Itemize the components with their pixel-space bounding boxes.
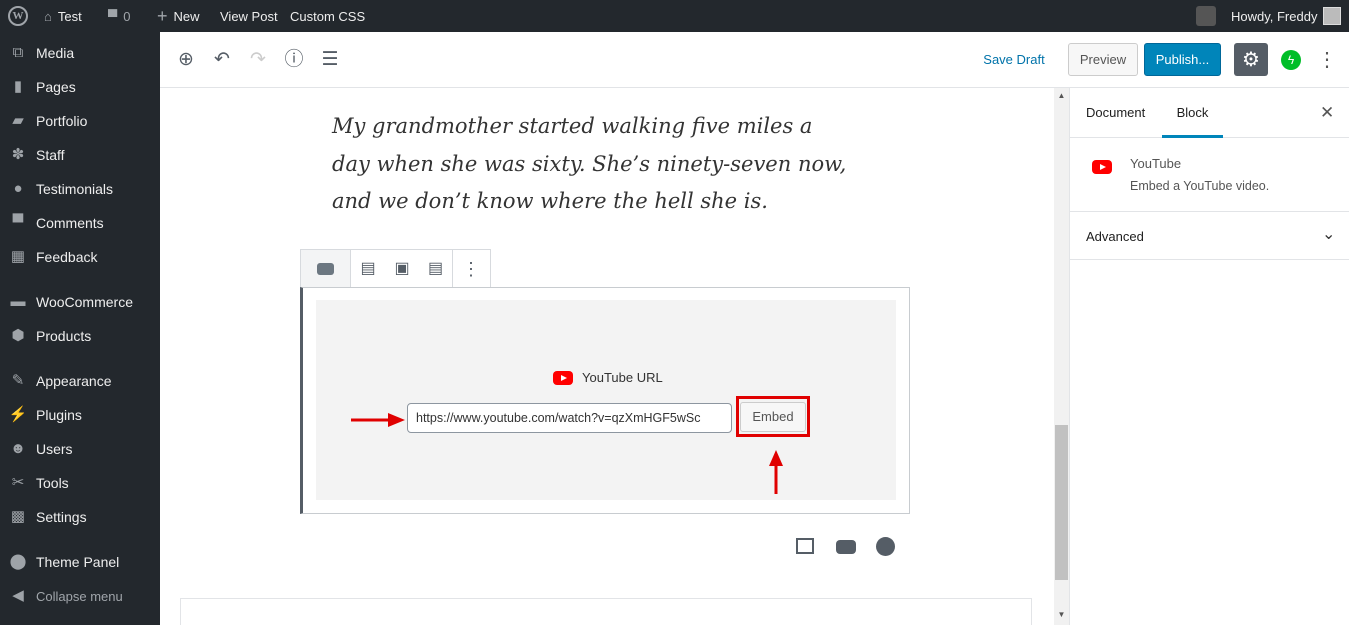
sidebar-item-label: Media [36,45,75,61]
spotify-block-icon[interactable] [876,537,895,556]
sidebar-item-appearance[interactable]: ✎ Appearance [0,366,160,396]
sidebar-item-feedback[interactable]: ▦ Feedback [0,242,160,272]
save-draft-button[interactable]: Save Draft [978,43,1050,76]
scrollbar[interactable]: ▲ ▼ [1054,88,1069,625]
tab-document[interactable]: Document [1086,105,1145,120]
sidebar-item-pages[interactable]: ▮ Pages [0,72,160,102]
editor-content: My grandmother started walking five mile… [160,88,1054,625]
arrow-right-annotation [351,413,405,427]
woocommerce-icon: ▬ [10,293,26,310]
chevron-down-icon: ⌄ [1322,226,1336,243]
sidebar-item-label: Staff [36,147,65,163]
testimonials-icon: ● [13,180,23,197]
sidebar-item-collapse-menu[interactable]: ◀ Collapse menu [0,581,160,611]
plus-icon: + [157,5,168,26]
sidebar-item-staff[interactable]: ✽ Staff [0,140,160,170]
sidebar-item-label: Portfolio [36,113,88,129]
home-icon: ⌂ [44,8,52,24]
sidebar-item-label: Appearance [36,373,112,389]
settings-sidebar: Document Block ✕ YouTube Embed a YouTube… [1069,88,1349,625]
user-menu[interactable]: Howdy, Freddy [1231,0,1342,32]
sidebar-item-label: Pages [36,79,76,95]
redo-icon[interactable]: ↷ [246,48,270,72]
settings-gear-icon[interactable]: ⚙ [1234,43,1268,76]
sidebar-item-label: Feedback [36,249,98,265]
wordpress-logo-icon[interactable]: W [8,0,28,32]
sidebar-item-label: Settings [36,509,87,525]
sidebar-item-plugins[interactable]: ⚡ Plugins [0,400,160,430]
outline-icon[interactable]: ☰ [318,48,342,72]
new-link[interactable]: + New [157,0,200,32]
site-link[interactable]: ⌂ Test [44,0,82,32]
portfolio-icon: ▰ [12,112,24,129]
add-block-icon[interactable]: ⊕ [174,48,198,72]
block-name: YouTube [1130,156,1182,171]
collapse-icon: ◀ [12,587,24,604]
media-icon: ⧉ [12,44,24,61]
comment-icon: ▀ [108,8,118,24]
notification-icon[interactable] [1196,0,1216,32]
scroll-down-icon[interactable]: ▼ [1054,610,1069,619]
sidebar-item-label: Collapse menu [36,588,123,604]
sidebar-item-portfolio[interactable]: ▰ Portfolio [0,106,160,136]
staff-icon: ✽ [11,146,25,163]
sidebar-item-theme-panel[interactable]: ⬤ Theme Panel [0,547,160,577]
sidebar-item-label: Products [36,328,92,344]
sidebar-item-comments[interactable]: ▀ Comments [0,208,160,238]
comments-link[interactable]: ▀ 0 [108,0,130,32]
sidebar-item-woocommerce[interactable]: ▬ WooCommerce [0,287,160,317]
appearance-icon: ✎ [11,372,25,389]
plugins-icon: ⚡ [8,406,28,423]
youtube-block-shortcut-icon[interactable] [836,540,856,554]
sidebar-item-label: Comments [36,215,104,231]
block-description: Embed a YouTube video. [1130,179,1270,193]
tools-icon: ✂ [11,474,25,491]
sidebar-item-label: Theme Panel [36,554,120,570]
avatar [1323,7,1342,25]
sidebar-item-label: Tools [36,475,69,491]
sidebar-item-products[interactable]: ⬢ Products [0,321,160,351]
sidebar-item-label: Testimonials [36,181,114,197]
theme-panel-icon: ⬤ [9,553,27,570]
arrow-up-annotation [769,450,783,494]
advanced-label: Advanced [1086,229,1144,244]
youtube-icon [1092,160,1112,174]
feedback-icon: ▦ [10,248,26,265]
settings-icon: ▩ [10,508,26,525]
advanced-section[interactable]: Advanced ⌄ [1070,212,1349,260]
view-post-link[interactable]: View Post [220,0,278,32]
custom-css-link[interactable]: Custom CSS [290,0,365,32]
sidebar-item-tools[interactable]: ✂ Tools [0,468,160,498]
image-block-icon[interactable] [796,538,814,554]
annotation-arrows [351,413,783,494]
info-icon[interactable]: ⓘ [282,48,306,72]
products-icon: ⬢ [11,327,25,344]
sidebar-item-label: Users [36,441,73,457]
pages-icon: ▮ [13,78,23,95]
sidebar-item-label: WooCommerce [36,294,133,310]
close-icon[interactable]: ✕ [1320,103,1334,123]
scrollbar-thumb[interactable] [1055,425,1068,580]
admin-sidebar: ⧉ Media ▮ Pages ▰ Portfolio ✽ Staff ● Testimonial… [0,32,160,625]
tab-block[interactable]: Block [1162,88,1223,138]
publish-button[interactable]: Publish... [1144,43,1221,76]
admin-bar: W ⌂ Test ▀ 0 + New View Post Custom CSS How… [0,0,1349,32]
sidebar-item-media[interactable]: ⧉ Media [0,38,160,68]
more-options-icon[interactable]: ⋮ [1317,43,1337,76]
users-icon: ☻ [10,440,26,457]
sidebar-item-testimonials[interactable]: ● Testimonials [0,174,160,204]
comments-icon: ▀ [12,214,24,231]
scroll-up-icon[interactable]: ▲ [1054,91,1069,100]
undo-icon[interactable]: ↶ [210,48,234,72]
sidebar-item-settings[interactable]: ▩ Settings [0,502,160,532]
sidebar-item-label: Plugins [36,407,82,423]
preview-button[interactable]: Preview [1068,43,1138,76]
jetpack-icon[interactable]: ϟ [1281,50,1301,70]
sidebar-item-users[interactable]: ☻ Users [0,434,160,464]
next-block [180,598,1032,625]
editor-header: ⊕ ↶ ↷ ⓘ ☰ Save Draft Preview Publish... … [160,32,1349,88]
